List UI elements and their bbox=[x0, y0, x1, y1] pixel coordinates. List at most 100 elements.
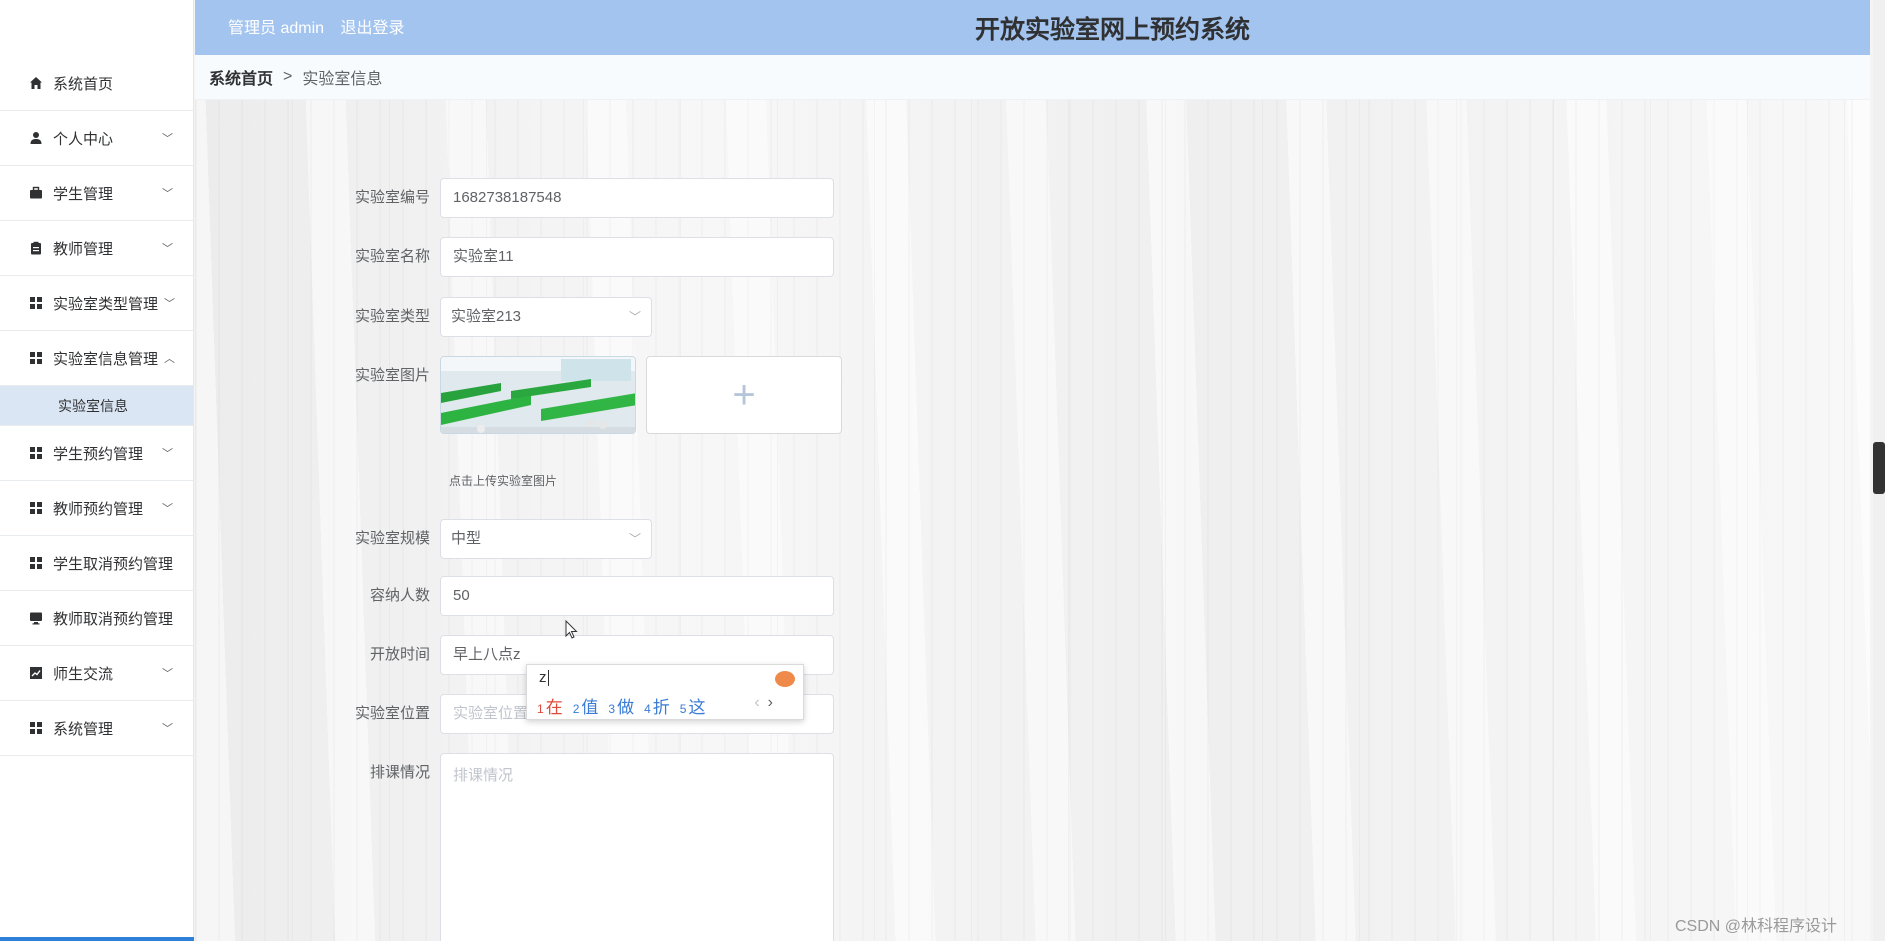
sidebar-item-system-management[interactable]: 系统管理 ﹀ bbox=[0, 701, 193, 756]
sidebar-subitem-lab-info[interactable]: 实验室信息 bbox=[0, 386, 193, 426]
form-row-lab-scale: 实验室规模 中型 ﹀ bbox=[195, 519, 652, 559]
sidebar-item-label: 系统首页 bbox=[53, 75, 114, 93]
open-time-label: 开放时间 bbox=[369, 646, 430, 663]
form-row-lab-number: 实验室编号 1682738187548 bbox=[195, 178, 834, 218]
schedule-textarea[interactable]: 排课情况 bbox=[440, 753, 834, 941]
plus-icon: + bbox=[732, 372, 756, 417]
ime-candidate-num: 2 bbox=[572, 702, 580, 716]
briefcase-icon bbox=[28, 186, 43, 201]
page-title: 开放实验室网上预约系统 bbox=[974, 16, 1250, 44]
watermark: CSDN @林科程序设计 bbox=[1674, 918, 1837, 935]
scrollbar-thumb[interactable] bbox=[1873, 442, 1885, 494]
top-header: 管理员 admin 退出登录 开放实验室网上预约系统 bbox=[195, 0, 1870, 55]
sidebar-item-label: 个人中心 bbox=[53, 130, 114, 148]
sidebar-item-label: 学生预约管理 bbox=[53, 445, 144, 463]
lab-image-label: 实验室图片 bbox=[354, 367, 430, 384]
sidebar-item-label: 系统管理 bbox=[53, 720, 114, 738]
ime-candidate-num: 1 bbox=[537, 702, 544, 716]
sidebar-item-lab-type-management[interactable]: 实验室类型管理 ﹀ bbox=[0, 276, 193, 331]
sidebar-item-student-booking[interactable]: 学生预约管理 ﹀ bbox=[0, 426, 193, 481]
home-icon bbox=[28, 76, 43, 91]
lab-number-input[interactable]: 1682738187548 bbox=[440, 178, 834, 218]
sidebar-item-lab-info-management[interactable]: 实验室信息管理 ︿ bbox=[0, 331, 193, 386]
sidebar-item-personal-center[interactable]: 个人中心 ﹀ bbox=[0, 111, 193, 166]
monitor-icon bbox=[28, 611, 43, 626]
ime-mascot-icon bbox=[775, 671, 795, 687]
ime-candidate[interactable]: 1在 bbox=[537, 693, 563, 718]
ime-caret bbox=[547, 670, 549, 687]
chevron-down-icon: ﹀ bbox=[162, 503, 173, 515]
form-row-capacity: 容纳人数 50 bbox=[195, 576, 834, 616]
sidebar-item-home[interactable]: 系统首页 bbox=[0, 56, 193, 111]
chevron-down-icon: ﹀ bbox=[164, 298, 175, 310]
form-row-lab-image: 实验室图片 + bbox=[195, 356, 842, 434]
ime-candidate-text: 这 bbox=[688, 698, 706, 717]
sidebar-item-teacher-cancel-booking[interactable]: 教师取消预约管理 bbox=[0, 591, 193, 646]
clipboard-icon bbox=[28, 241, 43, 256]
ime-candidate[interactable]: 3做 bbox=[608, 693, 634, 718]
sidebar: 系统首页 个人中心 ﹀ 学生管理 ﹀ 教师管理 ﹀ 实验室类型管理 ﹀ 实验室信… bbox=[0, 0, 194, 941]
lab-type-label: 实验室类型 bbox=[354, 308, 430, 325]
ime-candidate-popup: z 1在 2值 3做 4折 5这 ‹› bbox=[526, 664, 804, 720]
ime-next-icon[interactable]: › bbox=[768, 694, 781, 711]
ime-candidate-num: 4 bbox=[644, 702, 651, 716]
ime-candidate-text: 折 bbox=[652, 698, 670, 717]
sidebar-item-label: 实验室信息管理 bbox=[53, 350, 159, 368]
sidebar-item-student-cancel-booking[interactable]: 学生取消预约管理 bbox=[0, 536, 193, 591]
sidebar-item-label: 教师取消预约管理 bbox=[53, 610, 174, 628]
sidebar-item-label: 教师预约管理 bbox=[53, 500, 144, 518]
sidebar-item-student-management[interactable]: 学生管理 ﹀ bbox=[0, 166, 193, 221]
chevron-down-icon: ﹀ bbox=[162, 668, 173, 680]
user-icon bbox=[28, 131, 43, 146]
breadcrumb-separator: > bbox=[283, 68, 293, 85]
ime-candidate[interactable]: 2值 bbox=[573, 693, 599, 718]
chevron-down-icon: ﹀ bbox=[162, 723, 173, 735]
capacity-label: 容纳人数 bbox=[369, 587, 430, 604]
sidebar-item-teacher-management[interactable]: 教师管理 ﹀ bbox=[0, 221, 193, 276]
grid-icon bbox=[28, 721, 43, 736]
ime-composition: z bbox=[539, 669, 547, 686]
schedule-label: 排课情况 bbox=[369, 764, 430, 781]
upload-hint: 点击上传实验室图片 bbox=[449, 474, 558, 488]
sidebar-subitem-label: 实验室信息 bbox=[58, 397, 128, 414]
sidebar-item-label: 学生管理 bbox=[53, 185, 114, 203]
chevron-down-icon: ﹀ bbox=[628, 532, 641, 546]
ime-candidate-text: 值 bbox=[581, 698, 599, 717]
breadcrumb-home[interactable]: 系统首页 bbox=[209, 65, 273, 89]
grid-icon bbox=[28, 351, 43, 366]
grid-icon bbox=[28, 501, 43, 516]
ime-candidate[interactable]: 5这 bbox=[680, 693, 706, 718]
chevron-up-icon: ︿ bbox=[164, 353, 175, 365]
chart-icon bbox=[28, 666, 43, 681]
sidebar-item-label: 师生交流 bbox=[53, 665, 114, 683]
sidebar-item-communication[interactable]: 师生交流 ﹀ bbox=[0, 646, 193, 701]
lab-scale-select[interactable]: 中型 ﹀ bbox=[440, 519, 652, 559]
lab-number-label: 实验室编号 bbox=[354, 189, 430, 206]
lab-image-thumbnail[interactable] bbox=[440, 356, 636, 434]
lab-name-input[interactable]: 实验室11 bbox=[440, 237, 834, 277]
chevron-down-icon: ﹀ bbox=[162, 188, 173, 200]
lab-name-label: 实验室名称 bbox=[354, 248, 430, 265]
lab-scale-label: 实验室规模 bbox=[354, 530, 430, 547]
grid-icon bbox=[28, 296, 43, 311]
form-row-schedule: 排课情况 排课情况 bbox=[195, 753, 834, 941]
chevron-down-icon: ﹀ bbox=[162, 133, 173, 145]
sidebar-item-label: 教师管理 bbox=[53, 240, 114, 258]
capacity-input[interactable]: 50 bbox=[440, 576, 834, 616]
form-row-lab-name: 实验室名称 实验室11 bbox=[195, 237, 834, 277]
lab-type-select[interactable]: 实验室213 ﹀ bbox=[440, 297, 652, 337]
location-label: 实验室位置 bbox=[354, 705, 430, 722]
grid-icon bbox=[28, 446, 43, 461]
sidebar-item-label: 学生取消预约管理 bbox=[53, 555, 174, 573]
image-upload-button[interactable]: + bbox=[646, 356, 842, 434]
form-row-lab-type: 实验室类型 实验室213 ﹀ bbox=[195, 297, 652, 337]
sidebar-item-teacher-booking[interactable]: 教师预约管理 ﹀ bbox=[0, 481, 193, 536]
sidebar-item-label: 实验室类型管理 bbox=[53, 295, 159, 313]
ime-prev-icon[interactable]: ‹ bbox=[754, 694, 767, 711]
ime-candidate-num: 5 bbox=[679, 702, 687, 716]
mouse-cursor-icon bbox=[565, 619, 579, 645]
chevron-down-icon: ﹀ bbox=[162, 243, 173, 255]
page-scrollbar[interactable] bbox=[1873, 0, 1885, 941]
main-content: 实验室编号 1682738187548 实验室名称 实验室11 实验室类型 实验… bbox=[195, 100, 1870, 941]
ime-candidate[interactable]: 4折 bbox=[644, 693, 670, 718]
